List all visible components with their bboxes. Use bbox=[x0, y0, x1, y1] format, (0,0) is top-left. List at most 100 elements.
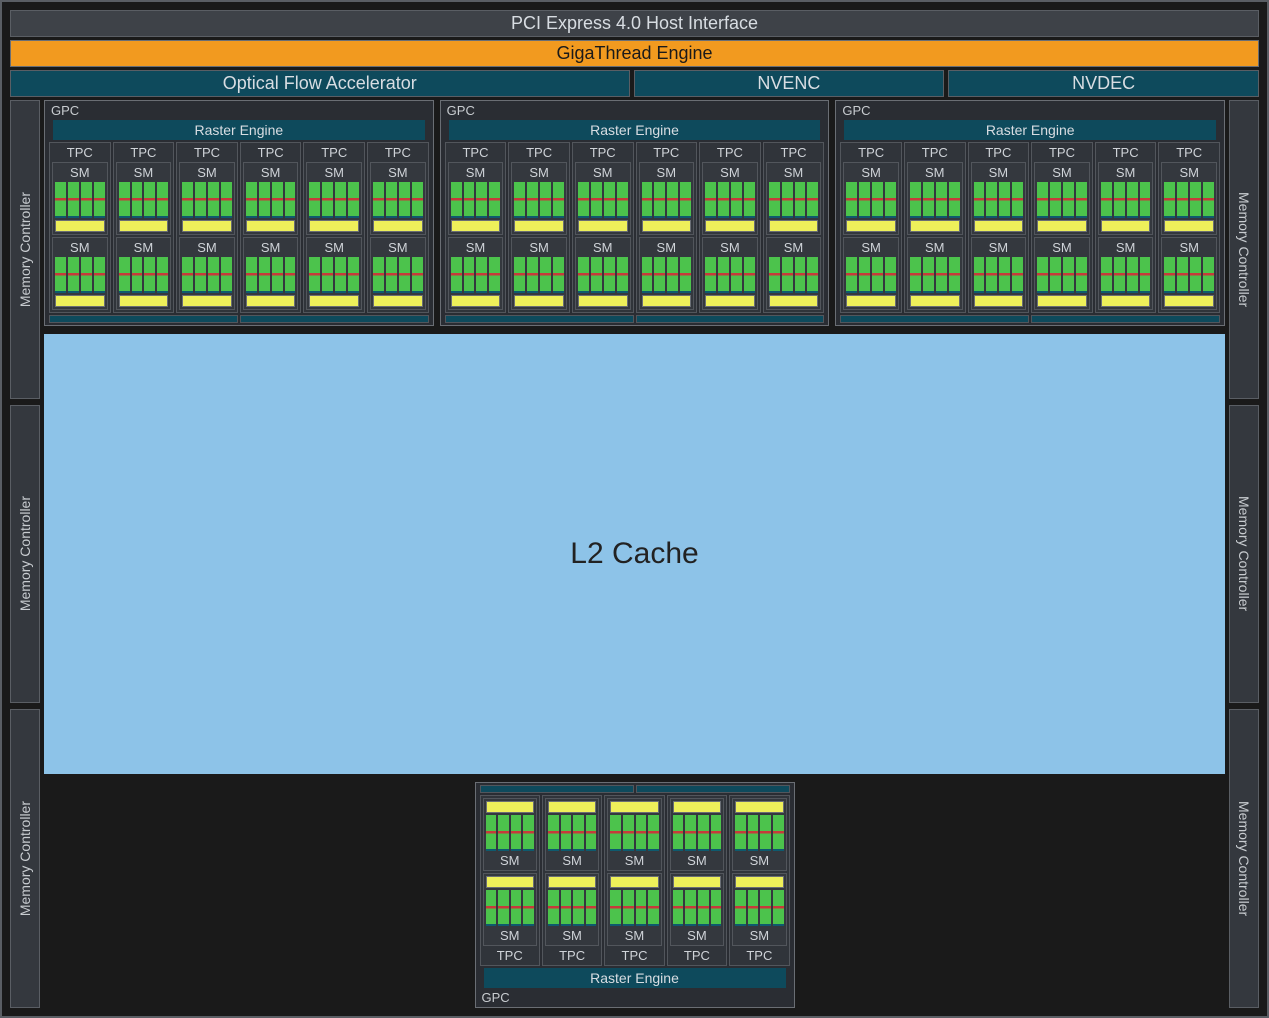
sm-block: SM bbox=[448, 237, 504, 310]
polymorph-engines bbox=[47, 315, 431, 323]
tpc-label: TPC bbox=[511, 145, 567, 160]
tensor-core bbox=[673, 801, 721, 813]
optical-flow-accelerator: Optical Flow Accelerator bbox=[10, 70, 630, 97]
sm-label: SM bbox=[309, 240, 359, 255]
sm-cores bbox=[1037, 257, 1087, 293]
tensor-core bbox=[548, 876, 596, 888]
sm-label: SM bbox=[610, 853, 658, 868]
tpc-block: TPCSMSM bbox=[667, 795, 727, 966]
tensor-core bbox=[910, 295, 960, 307]
tpc-label: TPC bbox=[843, 145, 899, 160]
sm-block: SM bbox=[545, 798, 599, 871]
tpc-block: TPCSMSM bbox=[542, 795, 602, 966]
sm-label: SM bbox=[1037, 165, 1087, 180]
sm-block: SM bbox=[702, 162, 758, 235]
tpc-label: TPC bbox=[1098, 145, 1154, 160]
sm-label: SM bbox=[486, 928, 534, 943]
sm-block: SM bbox=[448, 162, 504, 235]
sm-cores bbox=[610, 890, 658, 926]
sm-block: SM bbox=[575, 237, 631, 310]
sm-label: SM bbox=[451, 165, 501, 180]
raster-engine: Raster Engine bbox=[844, 120, 1216, 140]
sm-cores bbox=[451, 182, 501, 218]
sm-cores bbox=[451, 257, 501, 293]
tpc-block: TPCSMSM bbox=[904, 142, 966, 313]
tensor-core bbox=[182, 220, 232, 232]
pci-express-bar: PCI Express 4.0 Host Interface bbox=[10, 10, 1259, 37]
tensor-core bbox=[514, 295, 564, 307]
sm-cores bbox=[182, 182, 232, 218]
tpc-label: TPC bbox=[732, 948, 786, 963]
polymorph-engines bbox=[443, 315, 827, 323]
tensor-core bbox=[974, 295, 1024, 307]
sm-block: SM bbox=[732, 798, 786, 871]
sm-cores bbox=[373, 182, 423, 218]
tensor-core bbox=[451, 295, 501, 307]
tpc-label: TPC bbox=[971, 145, 1027, 160]
sm-label: SM bbox=[182, 240, 232, 255]
sm-label: SM bbox=[673, 928, 721, 943]
tensor-core bbox=[846, 295, 896, 307]
sm-block: SM bbox=[306, 162, 362, 235]
sm-block: SM bbox=[843, 237, 899, 310]
gpc-label: GPC bbox=[47, 103, 431, 118]
memory-controller: Memory Controller bbox=[1229, 100, 1259, 399]
raster-engine: Raster Engine bbox=[53, 120, 425, 140]
sm-label: SM bbox=[373, 165, 423, 180]
sm-cores bbox=[55, 182, 105, 218]
sm-cores bbox=[974, 182, 1024, 218]
tensor-core bbox=[514, 220, 564, 232]
tensor-core bbox=[769, 220, 819, 232]
tensor-core bbox=[451, 220, 501, 232]
tpc-label: TPC bbox=[179, 145, 235, 160]
sm-label: SM bbox=[1037, 240, 1087, 255]
sm-block: SM bbox=[511, 237, 567, 310]
media-engines-row: Optical Flow Accelerator NVENC NVDEC bbox=[10, 70, 1259, 97]
tensor-core bbox=[373, 295, 423, 307]
memory-controller: Memory Controller bbox=[10, 709, 40, 1008]
sm-block: SM bbox=[243, 237, 299, 310]
sm-block: SM bbox=[52, 162, 108, 235]
sm-cores bbox=[246, 257, 296, 293]
sm-label: SM bbox=[514, 165, 564, 180]
sm-block: SM bbox=[971, 162, 1027, 235]
sm-cores bbox=[642, 182, 692, 218]
sm-cores bbox=[1037, 182, 1087, 218]
tpc-block: TPCSMSM bbox=[303, 142, 365, 313]
tpc-row: TPCSMSMTPCSMSMTPCSMSMTPCSMSMTPCSMSM bbox=[478, 795, 792, 966]
sm-block: SM bbox=[639, 237, 695, 310]
sm-label: SM bbox=[246, 240, 296, 255]
sm-label: SM bbox=[548, 928, 596, 943]
sm-cores bbox=[548, 815, 596, 851]
sm-block: SM bbox=[306, 237, 362, 310]
tpc-label: TPC bbox=[116, 145, 172, 160]
sm-block: SM bbox=[116, 237, 172, 310]
tensor-core bbox=[486, 801, 534, 813]
sm-cores bbox=[1164, 182, 1214, 218]
sm-label: SM bbox=[735, 853, 783, 868]
tensor-core bbox=[1037, 220, 1087, 232]
tensor-core bbox=[642, 295, 692, 307]
sm-label: SM bbox=[182, 165, 232, 180]
polymorph-engines bbox=[478, 785, 792, 793]
tpc-label: TPC bbox=[702, 145, 758, 160]
sm-label: SM bbox=[1101, 240, 1151, 255]
sm-block: SM bbox=[545, 873, 599, 946]
tpc-block: TPCSMSM bbox=[572, 142, 634, 313]
gpc-row-top: GPCRaster EngineTPCSMSMTPCSMSMTPCSMSMTPC… bbox=[44, 100, 1225, 326]
tpc-row: TPCSMSMTPCSMSMTPCSMSMTPCSMSMTPCSMSMTPCSM… bbox=[443, 142, 827, 313]
sm-cores bbox=[735, 815, 783, 851]
memory-controller: Memory Controller bbox=[10, 100, 40, 399]
tensor-core bbox=[642, 220, 692, 232]
tpc-block: TPCSMSM bbox=[604, 795, 664, 966]
sm-block: SM bbox=[1161, 162, 1217, 235]
tensor-core bbox=[1101, 220, 1151, 232]
sm-label: SM bbox=[55, 240, 105, 255]
tpc-block: TPCSMSM bbox=[480, 795, 540, 966]
tpc-block: TPCSMSM bbox=[1095, 142, 1157, 313]
sm-block: SM bbox=[52, 237, 108, 310]
sm-block: SM bbox=[607, 798, 661, 871]
sm-label: SM bbox=[309, 165, 359, 180]
sm-cores bbox=[1101, 257, 1151, 293]
l2-cache: L2 Cache bbox=[44, 334, 1225, 774]
